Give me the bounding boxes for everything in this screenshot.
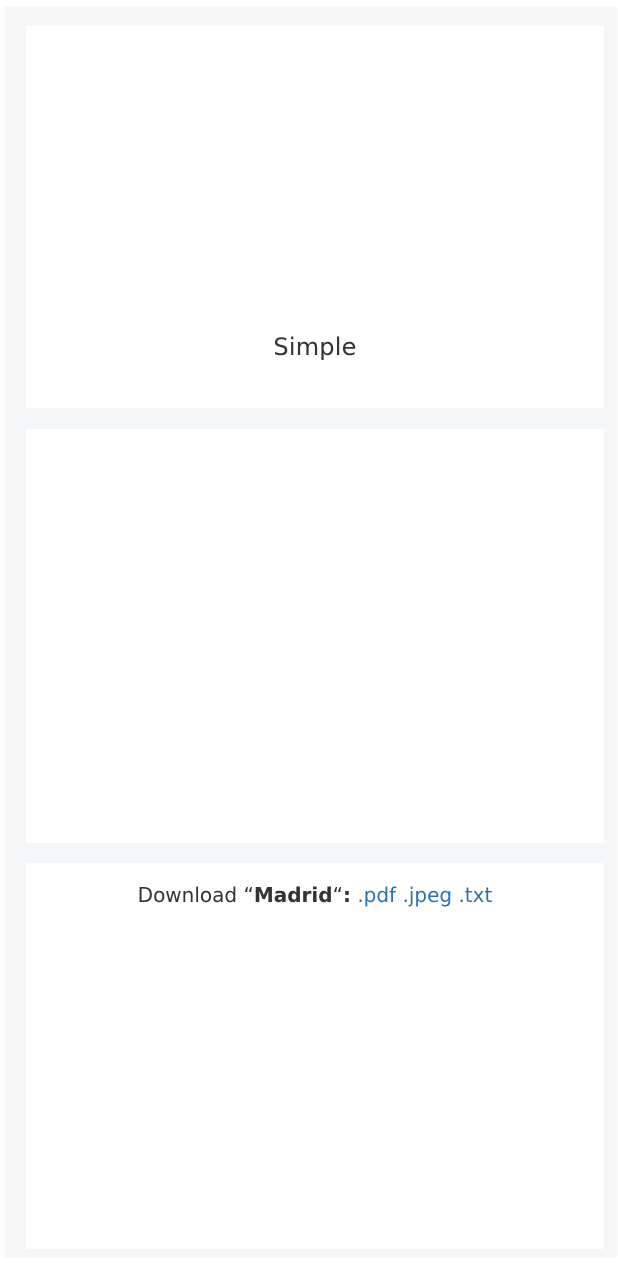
download-line: Download “Madrid“: .pdf .jpeg .txt [26,882,604,908]
download-prefix: Download [137,883,238,907]
download-open-quote: “ [243,883,254,907]
content-panel-simple: Simple [26,26,604,408]
download-txt-link[interactable]: .txt [458,883,492,907]
content-panel-empty [26,429,604,843]
download-close-quote: “ [332,883,343,907]
content-panel-download: Download “Madrid“: .pdf .jpeg .txt [26,863,604,1249]
download-file-name: Madrid [253,883,333,907]
download-jpeg-link[interactable]: .jpeg [402,883,452,907]
download-pdf-link[interactable]: .pdf [357,883,396,907]
simple-caption: Simple [273,333,357,361]
download-colon: : [342,883,351,907]
page-frame: Simple Download “Madrid“: .pdf .jpeg .tx… [5,6,617,1258]
